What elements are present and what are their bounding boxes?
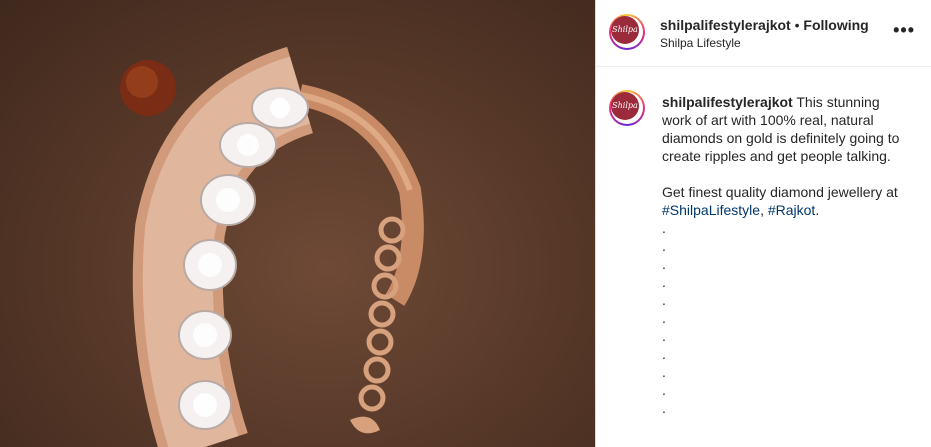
hashtag-link[interactable]: #ShilpaLifestyle [662, 202, 760, 218]
post-header: Shilpa shilpalifestylerajkot • Following… [596, 0, 931, 67]
following-button[interactable]: Following [803, 17, 868, 33]
post-details-panel: Shilpa shilpalifestylerajkot • Following… [596, 0, 931, 447]
dot-line: . [662, 400, 666, 416]
avatar-logo: Shilpa [611, 16, 639, 44]
dot-line: . [662, 256, 666, 272]
dot-line: . [662, 220, 666, 236]
location-link[interactable]: Shilpa Lifestyle [660, 36, 741, 50]
caption-avatar[interactable]: Shilpa [609, 90, 645, 126]
caption: shilpalifestylerajkot This stunning work… [662, 93, 912, 417]
dot-line: . [662, 274, 666, 290]
dot-line: . [662, 364, 666, 380]
dot-line: . [662, 328, 666, 344]
post-image[interactable] [0, 0, 595, 447]
dot-line: . [662, 238, 666, 254]
dot-line: . [662, 310, 666, 326]
more-horizontal-icon[interactable]: ••• [893, 20, 915, 41]
separator: • [794, 17, 800, 33]
dot-line: . [662, 382, 666, 398]
caption-text-2: Get finest quality diamond jewellery at [662, 184, 898, 200]
caption-username-link[interactable]: shilpalifestylerajkot [662, 94, 793, 110]
username-link[interactable]: shilpalifestylerajkot [660, 17, 791, 33]
header-title: shilpalifestylerajkot • Following [660, 17, 869, 33]
dot-line: . [662, 292, 666, 308]
dot-line: . [662, 346, 666, 362]
avatar-logo: Shilpa [611, 92, 639, 120]
diamond-bracelet-photo [120, 46, 424, 447]
avatar[interactable]: Shilpa [609, 14, 645, 50]
hashtag-link[interactable]: #Rajkot [768, 202, 815, 218]
caption-dots: . . . . . . . . . . . [662, 219, 912, 417]
